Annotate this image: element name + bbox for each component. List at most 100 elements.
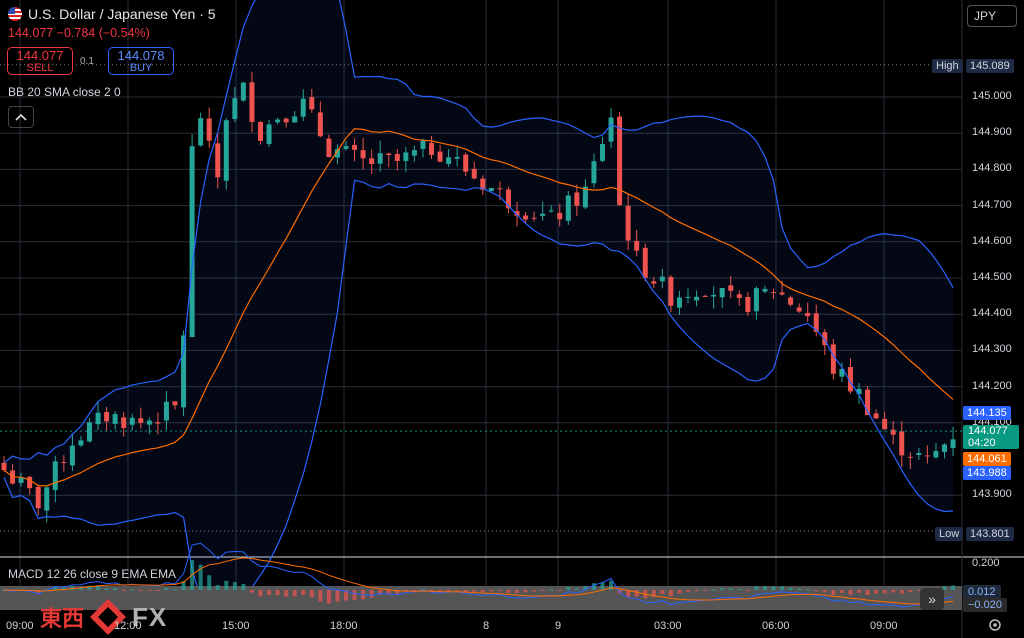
candle-body	[129, 417, 135, 425]
candle-body	[326, 138, 332, 158]
candle-body	[343, 146, 349, 149]
macd-histogram-bar	[540, 590, 545, 591]
low-label: Low	[935, 527, 964, 541]
macd-histogram-bar	[207, 575, 212, 590]
candle-body	[386, 153, 392, 156]
candle-body	[198, 118, 204, 146]
macd-histogram-bar	[780, 586, 785, 590]
candle-body	[52, 461, 58, 491]
candle-body	[574, 192, 580, 206]
candle-body	[121, 417, 127, 429]
candle-body	[454, 156, 460, 159]
candle-body	[172, 401, 178, 406]
macd-histogram-bar	[814, 590, 819, 592]
candle-body	[181, 335, 187, 408]
candle-body	[206, 118, 212, 141]
settings-icon[interactable]	[988, 618, 1002, 637]
price-axis-tick: 144.300	[972, 343, 1012, 356]
candle-body	[711, 294, 717, 297]
macd-histogram-bar	[857, 590, 861, 593]
candle-body	[87, 422, 92, 442]
candle-body	[753, 288, 759, 312]
candle-body	[283, 118, 289, 123]
macd-histogram-bar	[164, 588, 169, 590]
macd-histogram-bar	[711, 589, 716, 591]
macd-histogram-bar	[173, 589, 177, 591]
time-axis-tick: 8	[483, 620, 490, 632]
spread-value: 0.1	[80, 56, 94, 67]
macd-histogram-bar	[258, 590, 263, 597]
macd-histogram-bar	[275, 590, 280, 596]
price-axis-tick: 144.400	[972, 307, 1012, 320]
macd-histogram-bar	[574, 588, 579, 590]
macd-histogram-bar	[369, 590, 374, 598]
macd-histogram-bar	[694, 590, 699, 592]
candle-body	[788, 297, 794, 305]
macd-histogram-bar	[497, 590, 502, 591]
macd-histogram-bar	[805, 589, 810, 591]
candle-body	[497, 188, 503, 190]
price-axis-tick: 144.600	[972, 234, 1012, 247]
macd-histogram-bar	[301, 590, 306, 595]
macd-histogram-bar	[703, 590, 708, 591]
candle-body	[600, 144, 605, 161]
double-chevron-right-icon: »	[928, 591, 936, 607]
bb-indicator-label[interactable]: BB 20 SMA close 2 0	[8, 85, 121, 99]
logo-kanji: 東西	[40, 607, 85, 632]
currency-button[interactable]: JPY	[967, 5, 1017, 27]
candle-body	[950, 439, 956, 449]
candle-body	[69, 445, 75, 466]
candle-body	[78, 440, 84, 446]
high-label-tag: High	[932, 56, 963, 74]
candle-body	[651, 281, 657, 284]
price-axis-tick: 144.700	[972, 198, 1012, 211]
macd-histogram-bar	[686, 590, 690, 592]
macd-histogram-bar	[104, 588, 109, 590]
buy-button[interactable]: 144.078 BUY	[108, 47, 174, 75]
candle-body	[668, 276, 674, 306]
candle-body	[488, 188, 494, 191]
candle-body	[61, 462, 67, 464]
sell-button[interactable]: 144.077 SELL	[7, 47, 73, 75]
buy-price: 144.078	[117, 48, 165, 63]
collapse-indicators-button[interactable]	[8, 106, 34, 128]
candle-body	[736, 294, 742, 298]
chevron-up-icon	[15, 113, 27, 121]
macd-histogram-bar	[472, 590, 477, 592]
candle-body	[830, 344, 836, 374]
bb-lower-badge: 143.988	[963, 463, 1011, 481]
candle-body	[1, 462, 7, 471]
macd-histogram-bar	[788, 587, 793, 590]
time-axis-tick: 09:00	[6, 620, 34, 632]
candle-body	[155, 422, 161, 424]
macd-histogram-bar	[309, 590, 314, 598]
candle-body	[437, 151, 443, 162]
macd-histogram-bar	[147, 590, 152, 591]
macd-histogram-bar	[335, 590, 340, 602]
candle-body	[463, 154, 469, 172]
time-axis-tick: 18:00	[330, 620, 358, 632]
candle-body	[240, 82, 246, 101]
candle-body	[35, 486, 41, 509]
macd-histogram-bar	[284, 590, 289, 597]
candle-body	[779, 292, 785, 295]
macd-histogram-bar	[720, 588, 725, 590]
macd-histogram-bar	[241, 584, 246, 590]
candle-body	[659, 276, 665, 282]
macd-histogram-bar	[891, 590, 896, 593]
candle-body	[907, 456, 913, 458]
price-axis-tick: 144.500	[972, 271, 1012, 283]
buy-label: BUY	[129, 62, 153, 74]
candle-body	[18, 477, 24, 483]
price-chart[interactable]	[0, 0, 1024, 638]
candle-body	[309, 97, 315, 110]
macd-histogram-bar	[728, 588, 733, 590]
macd-histogram-bar	[446, 590, 451, 591]
macd-indicator-label[interactable]: MACD 12 26 close 9 EMA EMA	[8, 567, 176, 581]
candle-body	[531, 217, 537, 219]
symbol-title[interactable]: U.S. Dollar / Japanese Yen · 5	[8, 6, 216, 22]
candle-body	[258, 121, 263, 141]
expand-pane-button[interactable]: »	[920, 588, 944, 610]
macd-histogram-bar	[668, 590, 673, 597]
candle-body	[403, 152, 409, 161]
